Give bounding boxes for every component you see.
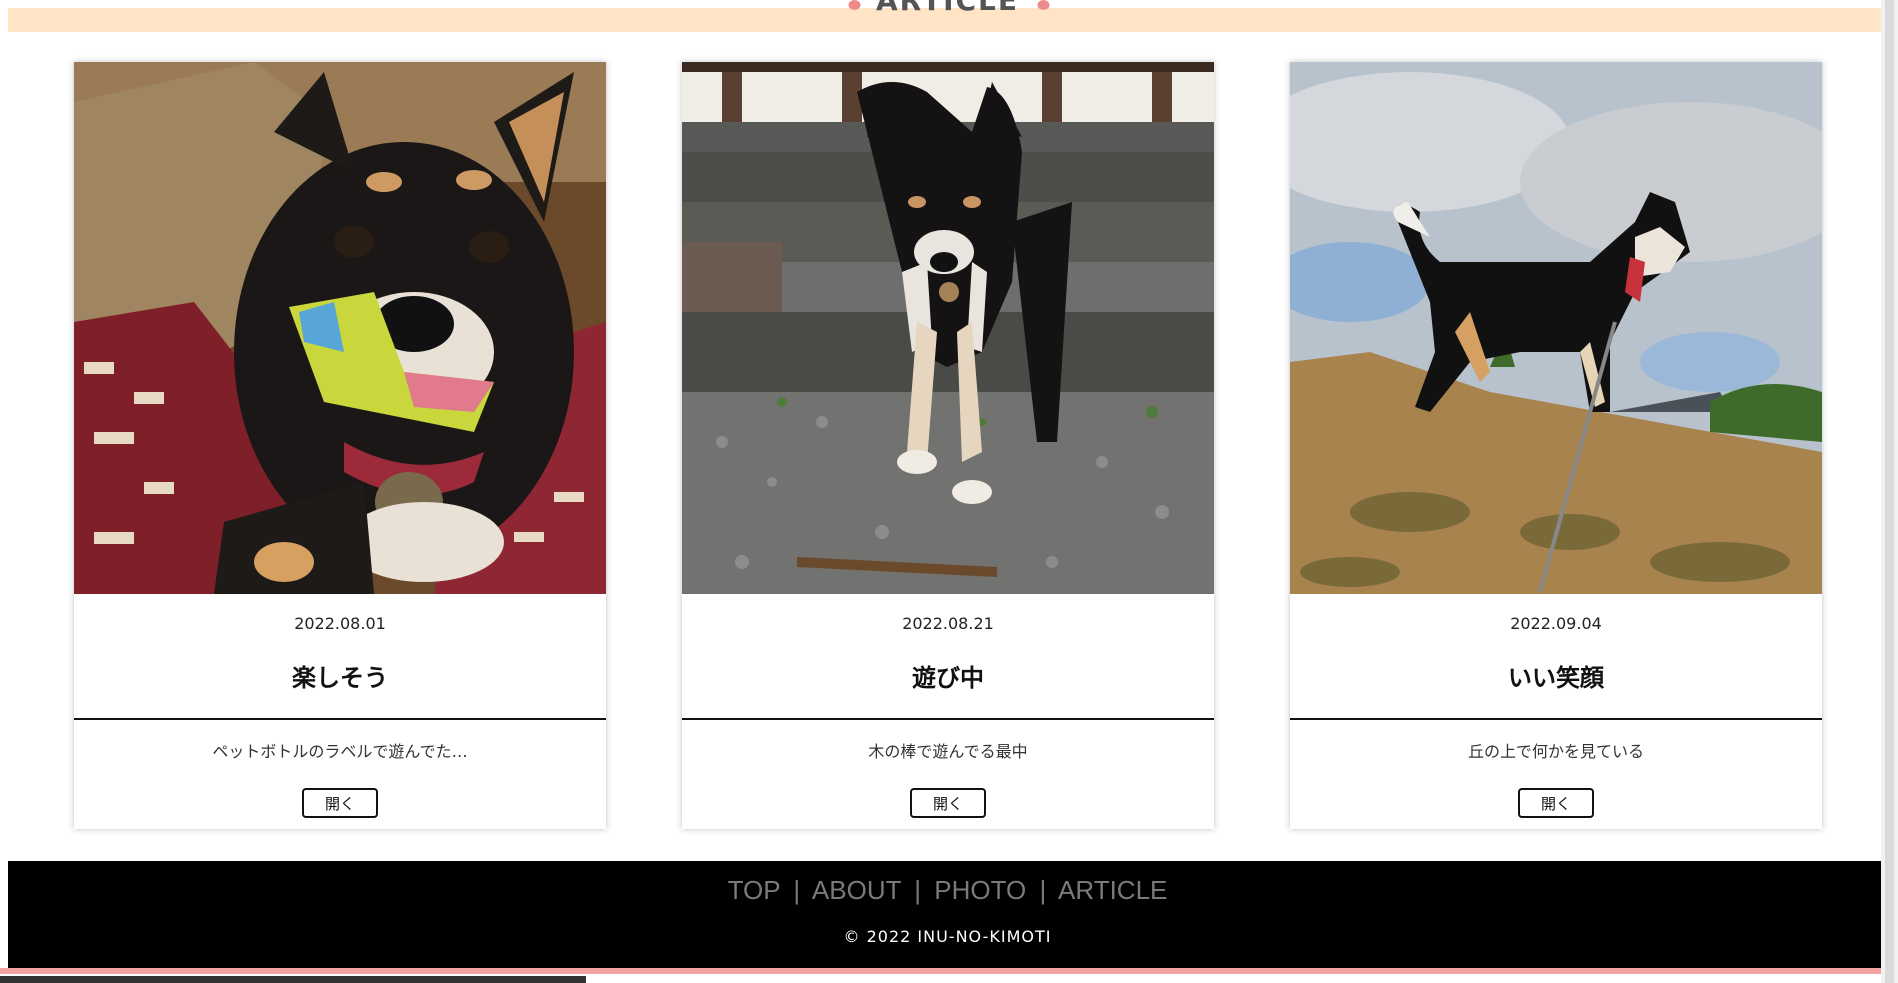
article-description: ペットボトルのラベルで遊んでた… [212,742,468,761]
open-button[interactable]: 開く [910,788,986,818]
article-date: 2022.09.04 [1510,614,1602,633]
footer-link-article[interactable]: ARTICLE [1058,875,1167,905]
article-card-list: 2022.08.01 楽しそう ペットボトルのラベルで遊んでた… 開く 2022… [74,62,1822,829]
open-button[interactable]: 開く [1518,788,1594,818]
footer-separator: | [793,875,801,905]
footer: TOP | ABOUT | PHOTO | ARTICLE © 2022 INU… [8,861,1887,968]
shiba-dog-on-gravel-photo[interactable] [682,62,1214,594]
article-date: 2022.08.21 [902,614,994,633]
section-heading: ARTICLE [838,0,1057,17]
open-button[interactable]: 開く [302,788,378,818]
section-header-band: ARTICLE [8,0,1887,32]
shiba-dog-on-hill-photo[interactable] [1290,62,1822,594]
article-card: 2022.09.04 いい笑顔 丘の上で何かを見ている 開く [1290,62,1822,829]
footer-link-about[interactable]: ABOUT [812,875,901,905]
footer-link-top[interactable]: TOP [728,875,781,905]
footer-nav: TOP | ABOUT | PHOTO | ARTICLE [8,875,1887,906]
article-card: 2022.08.01 楽しそう ペットボトルのラベルで遊んでた… 開く [74,62,606,829]
article-title: 楽しそう [292,664,388,692]
divider [74,718,606,720]
article-title: いい笑顔 [1508,664,1604,692]
article-description: 丘の上で何かを見ている [1467,742,1644,761]
page: ARTICLE 2022.08.01 楽しそう ペットボトルのラベルで遊んでた…… [0,0,1898,983]
article-card: 2022.08.21 遊び中 木の棒で遊んでる最中 開く [682,62,1214,829]
vertical-scrollbar[interactable] [1881,0,1898,983]
scrollbar-thumb[interactable] [1885,0,1894,983]
section-title: ARTICLE [875,0,1020,17]
article-date: 2022.08.01 [294,614,386,633]
paw-icon [1027,0,1057,12]
divider [1290,718,1822,720]
article-title: 遊び中 [912,664,984,692]
copyright: © 2022 INU-NO-KIMOTI [843,927,1052,946]
footer-separator: | [914,875,922,905]
divider [682,718,1214,720]
bottom-edge [0,974,1881,983]
paw-icon [838,0,868,12]
footer-link-photo[interactable]: PHOTO [934,875,1026,905]
footer-separator: | [1039,875,1047,905]
shiba-dog-with-wrapper-photo[interactable] [74,62,606,594]
article-description: 木の棒で遊んでる最中 [868,742,1028,761]
